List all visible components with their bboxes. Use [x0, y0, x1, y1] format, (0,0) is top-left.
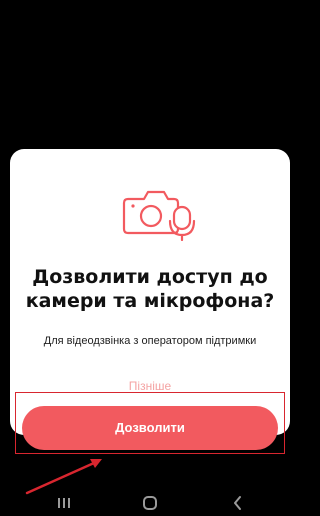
system-navbar: [0, 490, 300, 516]
back-icon[interactable]: [226, 493, 250, 513]
dialog-title-line2: камери та мікрофона?: [25, 290, 275, 312]
later-button[interactable]: Пізніше: [10, 378, 290, 394]
dialog-subtitle: Для відеодзвінка з оператором підтримки: [43, 335, 257, 347]
permission-dialog: Дозволити доступ до камери та мікрофона?…: [10, 149, 290, 450]
camera-microphone-icon: [122, 185, 198, 242]
allow-button[interactable]: Дозволити: [22, 406, 278, 450]
screen-background: Дозволити доступ до камери та мікрофона?…: [0, 0, 300, 516]
dialog-title-line1: Дозволити доступ до: [32, 266, 268, 288]
recents-icon[interactable]: [52, 493, 76, 513]
home-icon[interactable]: [138, 493, 162, 513]
dialog-title: Дозволити доступ до камери та мікрофона?: [10, 265, 290, 313]
